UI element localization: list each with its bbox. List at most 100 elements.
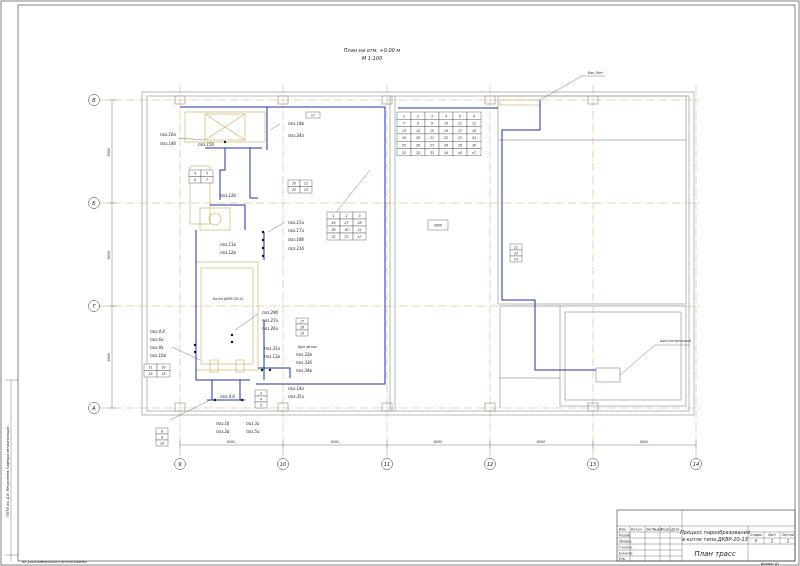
tb-row-5: Дата <box>670 528 679 532</box>
dim-bottom-0: 6000 <box>227 440 236 444</box>
table-cell: 23 <box>304 188 308 192</box>
pos-bottom-1: поз.1б <box>216 421 230 426</box>
tb-row-4: Подп. <box>661 528 671 532</box>
axis-col-0: 9 <box>178 462 181 468</box>
axis-row-0: В <box>92 98 96 104</box>
tb-row-1: Кол.уч <box>631 528 642 532</box>
bottom-note: Не для коммерческого использования <box>22 560 87 564</box>
table-cell: 19 <box>402 136 406 140</box>
pos-br-2: поз.32в <box>296 352 313 357</box>
dim-bottom-4: 6000 <box>640 440 649 444</box>
table-cell: 17 <box>458 129 462 133</box>
table-cell: 30 <box>344 228 348 232</box>
table-cell: 28 <box>357 221 361 225</box>
table-cell: 9 <box>431 122 433 126</box>
plan-scale: М 1:100 <box>362 56 382 62</box>
table-cell: 20 <box>416 136 420 140</box>
table-cell: 14 <box>416 129 420 133</box>
axis-col-4: 13 <box>590 462 596 468</box>
boiler-label: Котел ДКВР-20-13 <box>213 297 243 301</box>
tb-sheet-val: 1 <box>771 539 774 544</box>
table-cell: 5 <box>459 114 461 118</box>
pos-side-0: поз.15а <box>288 220 305 225</box>
leader-lines <box>169 123 371 421</box>
pos-bottom-4: поз.5а <box>246 429 260 434</box>
table-cell: 29 <box>458 143 462 147</box>
table-cell: 18 <box>161 372 165 376</box>
pos-br2-0: поз.14а <box>288 386 305 391</box>
tb-role-3: Н.контр. <box>619 552 633 556</box>
table-cell: 11 <box>458 122 462 126</box>
pos-side-1: поз.17а <box>288 228 305 233</box>
pos-top-left-1: поз.14б <box>160 141 177 146</box>
shield-auto-label: Щит автом. <box>298 345 318 349</box>
table-cell: 33 <box>430 151 434 155</box>
tb-role-1: Провер. <box>619 540 632 544</box>
dim-left-1: 6000 <box>107 251 111 260</box>
tb-col-stage: Стадия <box>750 533 762 537</box>
table-cell: 22 <box>292 188 296 192</box>
table-cell: 27 <box>430 143 434 147</box>
pos-bottom-2: поз.3а <box>246 421 260 426</box>
pos-bottom-3: поз.2в <box>216 429 230 434</box>
cylinder-label: Бак 10м³ <box>588 71 604 75</box>
inner-frame <box>17 4 796 562</box>
tb-sheets-val: 1 <box>787 539 790 544</box>
table-cell: 4 <box>445 114 447 118</box>
tb-col-sheet: Лист <box>767 533 776 537</box>
pos-left-low-3: поз.10в <box>150 353 167 358</box>
table-cell: 33 <box>344 235 348 239</box>
dim-bottom-3: 6000 <box>537 440 546 444</box>
table-cell: 19 <box>300 331 304 335</box>
table-cell: 18 <box>300 325 304 329</box>
table-cell: 4 <box>194 172 196 176</box>
table-cell: 23 <box>458 136 462 140</box>
table-cell: 32 <box>416 151 420 155</box>
dim-left-2: 6000 <box>107 353 111 362</box>
tb-stage-val: У <box>755 539 758 544</box>
table-cell: 16 <box>161 366 165 370</box>
axis-row-1: Б <box>92 201 96 207</box>
table-cell: 4 <box>260 397 262 401</box>
tb-role-2: Т.контр. <box>619 546 633 550</box>
table-cell: 3 <box>260 391 262 395</box>
control-panel <box>595 367 621 383</box>
table-cell: 31 <box>357 228 361 232</box>
table-cell: 34 <box>444 151 448 155</box>
table-cell: 2 <box>345 214 347 218</box>
center-tag: 4000 <box>434 224 442 228</box>
pos-bottom-0: поз.4,8 <box>220 394 235 399</box>
pos-br-4: поз.34в <box>296 368 313 373</box>
pos-left-low-2: поз.9а <box>150 345 164 350</box>
table-cell: х5 <box>457 151 462 155</box>
tables: 1 2 3 4 5 67 8 9 10 11 1213 14 15 16 17 1819 20 21 22 23 242… <box>143 111 523 447</box>
table-cell: 8 <box>417 122 419 126</box>
table-cell: 23 <box>514 257 518 261</box>
table-cell: 21 <box>430 136 434 140</box>
shield-ctrl-label: Щит контрольный <box>660 339 691 343</box>
table-cell: 18 <box>472 129 476 133</box>
axis-col-5: 14 <box>693 462 699 468</box>
table-cell: х7 <box>471 151 476 155</box>
table-cell: 17 <box>300 319 304 323</box>
doc-title-2: в котле типа ДКВР-20-13 <box>682 537 748 543</box>
table-cell: 3 <box>358 214 360 218</box>
tb-col-sheets: Листов <box>781 533 794 537</box>
table-cell: х7 <box>357 235 362 239</box>
pos-left-mid-0: поз.11в <box>220 242 237 247</box>
pos-side-3: поз.21б <box>288 246 305 251</box>
table-cell: 32 <box>331 235 335 239</box>
pos-mid-0: поз.12б <box>220 193 237 198</box>
pos-br-1: поз.13в <box>264 354 281 359</box>
table-cell: 31 <box>402 151 406 155</box>
axis-col-2: 11 <box>384 462 390 468</box>
table-cell: 1 <box>403 114 405 118</box>
plan-title: План на отм. +0.00 м <box>344 48 401 54</box>
pos-top-left-0: поз.16а <box>160 132 177 137</box>
drawing-sheet: ГНТКУ им. Д.И. Менделеева. Кафедра автом… <box>0 0 800 566</box>
table-cell: 11 <box>148 366 152 370</box>
sheet-name: План трасс <box>694 550 735 558</box>
table-cell: 16 <box>444 129 448 133</box>
table-cell: 7 <box>206 178 208 182</box>
table-cell: 6 <box>194 178 196 182</box>
